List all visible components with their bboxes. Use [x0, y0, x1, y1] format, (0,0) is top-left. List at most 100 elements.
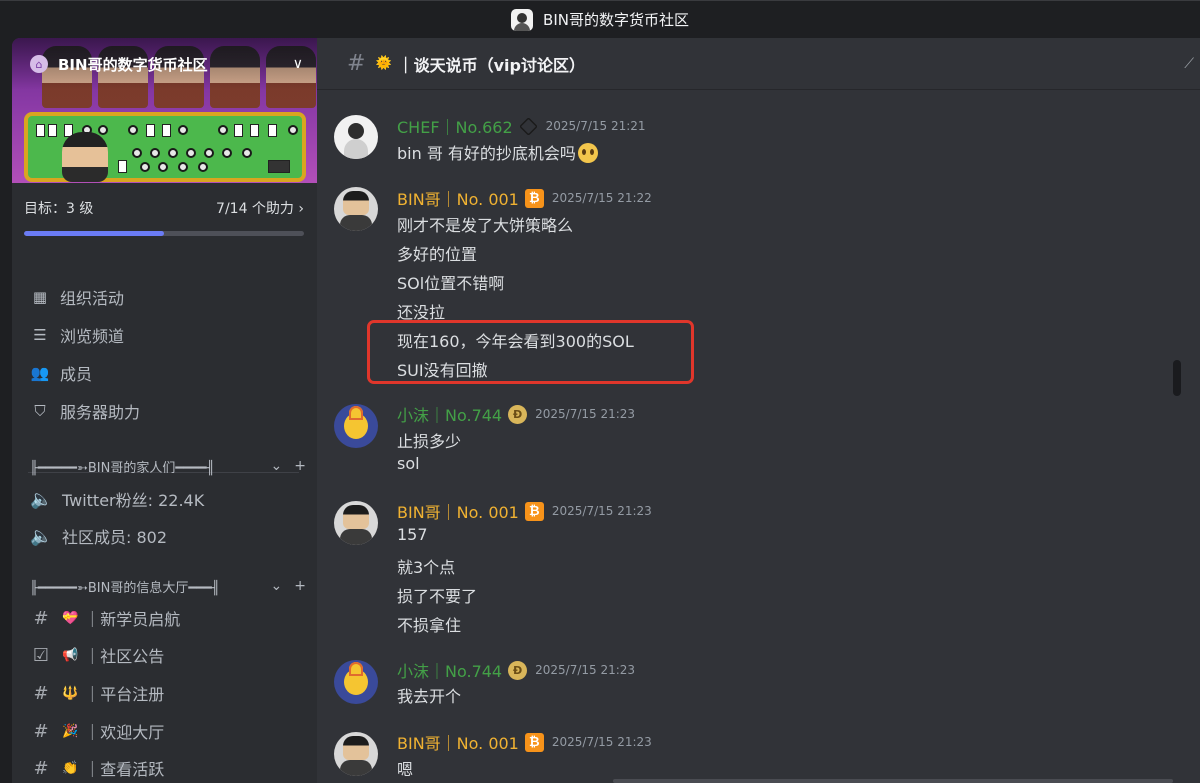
cube-badge-icon	[518, 116, 538, 136]
avatar[interactable]	[334, 404, 378, 448]
message-header: BIN哥｜No. 001 ₿ 2025/7/15 21:22	[397, 187, 652, 209]
hash-icon: #	[347, 51, 366, 76]
avatar[interactable]	[334, 501, 378, 545]
nav-browse-channels[interactable]: ☰ 浏览频道	[30, 316, 300, 354]
server-sidebar: ⌂ BIN哥的数字货币社区 ∨ 目标：3 级 7/14 个助力 › ▦ 组织活动…	[12, 38, 317, 783]
server-nav: ▦ 组织活动 ☰ 浏览频道 👥 成员 ⛉ 服务器助力	[30, 278, 300, 430]
timestamp: 2025/7/15 21:22	[551, 191, 652, 205]
server-home-icon: ⌂	[30, 55, 48, 73]
bitcoin-badge-icon: ₿	[524, 732, 544, 752]
username[interactable]: CHEF｜No.662	[397, 114, 513, 138]
message-line: 损了不要了	[397, 587, 478, 606]
timestamp: 2025/7/15 21:23	[535, 407, 636, 421]
message-header: BIN哥｜No. 001 ₿ 2025/7/15 21:23	[397, 731, 652, 753]
clap-icon: 👏	[62, 760, 79, 776]
channel-label: 社区成员: 802	[62, 528, 168, 547]
message-header: 小沫｜No.744 Ð 2025/7/15 21:23	[397, 659, 635, 681]
username[interactable]: 小沫｜No.744	[397, 402, 502, 426]
megaphone-icon: 📢	[62, 647, 79, 663]
nav-server-boost[interactable]: ⛉ 服务器助力	[30, 392, 300, 430]
channel-label: ｜查看活跃	[84, 760, 165, 779]
timestamp: 2025/7/15 21:21	[545, 119, 646, 133]
horizontal-scrollbar[interactable]	[613, 779, 1173, 783]
bitcoin-badge-icon: ₿	[524, 188, 544, 208]
timestamp: 2025/7/15 21:23	[535, 663, 636, 677]
message-line: 157	[397, 525, 428, 544]
message-line: sol	[397, 454, 420, 473]
category-name: ╟━━━━━➳BIN哥的信息大厅━━━╢	[30, 580, 220, 596]
text-channel-newbie[interactable]: # 💝 ｜新学员启航	[30, 601, 300, 635]
trident-icon: 🔱	[62, 685, 79, 701]
speaker-icon: 🔈	[30, 488, 53, 510]
nav-events[interactable]: ▦ 组织活动	[30, 278, 300, 316]
message-line: 嗯	[397, 760, 414, 779]
channel-header: # 🌞 ｜谈天说币（vip讨论区） ⟋	[317, 38, 1200, 90]
hash-icon: #	[33, 682, 49, 704]
boost-count: 7/14 个助力	[216, 201, 294, 217]
text-channel-activity[interactable]: # 👏 ｜查看活跃	[30, 751, 300, 783]
server-name: BIN哥的数字货币社区	[58, 55, 208, 74]
nav-label: 浏览频道	[60, 327, 125, 346]
collapse-icon[interactable]: ⌄	[271, 578, 283, 594]
avatar[interactable]	[334, 187, 378, 231]
avatar[interactable]	[334, 115, 378, 159]
message-line: 刚才不是发了大饼策略么	[397, 216, 574, 235]
server-header[interactable]: ⌂ BIN哥的数字货币社区 ∨	[12, 38, 317, 90]
avatar[interactable]	[334, 660, 378, 704]
avatar[interactable]	[334, 732, 378, 776]
category-name: ╟━━━━━➳BIN哥的家人们━━━━╢	[30, 460, 215, 476]
window-titlebar: BIN哥的数字货币社区	[0, 0, 1200, 38]
username[interactable]: BIN哥｜No. 001	[397, 499, 519, 523]
nav-label: 服务器助力	[60, 403, 141, 422]
message-line: 我去开个	[397, 687, 462, 706]
chevron-right-icon: ›	[298, 201, 304, 217]
pleading-face-icon	[577, 143, 598, 163]
doge-badge-icon: Ð	[508, 660, 528, 680]
timestamp: 2025/7/15 21:23	[551, 735, 652, 749]
poker-table-illustration	[24, 112, 306, 182]
chat-main: # 🌞 ｜谈天说币（vip讨论区） ⟋ CHEF｜No.662 2025/7/1…	[317, 38, 1200, 783]
channel-label: Twitter粉丝: 22.4K	[62, 491, 205, 510]
message-line: 不损拿住	[397, 616, 462, 635]
category-info-hall[interactable]: ╟━━━━━➳BIN哥的信息大厅━━━╢ ⌄ +	[30, 575, 306, 597]
boost-bar	[24, 231, 304, 236]
voice-channel-members[interactable]: 🔈 社区成员: 802	[30, 519, 300, 553]
app-avatar-icon	[511, 8, 534, 31]
server-banner: ⌂ BIN哥的数字货币社区 ∨	[12, 38, 317, 183]
username[interactable]: BIN哥｜No. 001	[397, 186, 519, 210]
channel-label: ｜平台注册	[84, 685, 165, 704]
boost-shield-icon: ⛉	[34, 402, 46, 420]
server-boost-progress[interactable]: 目标：3 级 7/14 个助力 ›	[24, 198, 304, 236]
message-line: 就3个点	[397, 558, 456, 577]
message-header: BIN哥｜No. 001 ₿ 2025/7/15 21:23	[397, 500, 652, 522]
username[interactable]: 小沫｜No.744	[397, 658, 502, 682]
party-icon: 🎉	[62, 723, 79, 739]
voice-channel-twitter[interactable]: 🔈 Twitter粉丝: 22.4K	[30, 482, 300, 516]
channel-label: ｜欢迎大厅	[84, 723, 165, 742]
nav-label: 成员	[60, 365, 93, 384]
threads-icon[interactable]: ⟋	[1184, 56, 1194, 72]
channel-title: ｜谈天说币（vip讨论区）	[397, 55, 585, 75]
highlight-box	[367, 320, 694, 384]
hash-icon: #	[33, 757, 49, 779]
message-line: 多好的位置	[397, 245, 478, 264]
sun-icon: 🌞	[375, 56, 392, 71]
text-channel-welcome[interactable]: # 🎉 ｜欢迎大厅	[30, 714, 300, 748]
hash-icon: #	[33, 607, 49, 629]
channel-label: ｜新学员启航	[84, 610, 181, 629]
nav-members[interactable]: 👥 成员	[30, 354, 300, 392]
chevron-down-icon[interactable]: ∨	[293, 56, 303, 72]
add-channel-icon[interactable]: +	[294, 458, 306, 474]
text-channel-register[interactable]: # 🔱 ｜平台注册	[30, 676, 300, 710]
text-channel-announcements[interactable]: ☑ 📢 ｜社区公告	[30, 638, 300, 672]
username[interactable]: BIN哥｜No. 001	[397, 730, 519, 754]
announcement-channel-icon: ☑	[32, 644, 50, 666]
channel-label: ｜社区公告	[84, 647, 165, 666]
browse-channels-icon: ☰	[33, 326, 47, 344]
message-header: CHEF｜No.662 2025/7/15 21:21	[397, 115, 646, 137]
doge-badge-icon: Ð	[508, 404, 528, 424]
add-channel-icon[interactable]: +	[294, 578, 306, 594]
collapse-icon[interactable]: ⌄	[271, 458, 283, 474]
vertical-scrollbar[interactable]	[1173, 360, 1181, 396]
category-family[interactable]: ╟━━━━━➳BIN哥的家人们━━━━╢ ⌄ +	[30, 455, 306, 477]
